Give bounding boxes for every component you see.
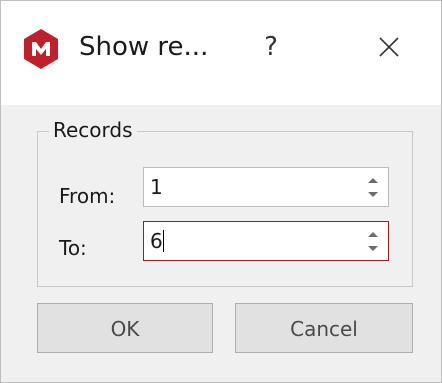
cancel-button[interactable]: Cancel xyxy=(235,303,413,353)
spin-down-icon[interactable] xyxy=(366,244,380,254)
from-value[interactable]: 1 xyxy=(150,168,163,206)
text-caret xyxy=(163,230,164,252)
app-logo-icon xyxy=(24,29,58,69)
spin-up-icon[interactable] xyxy=(366,175,380,185)
close-icon xyxy=(379,37,399,57)
records-group-label: Records xyxy=(49,117,137,143)
help-button[interactable]: ? xyxy=(251,23,291,71)
spin-up-icon[interactable] xyxy=(366,229,380,239)
to-spinbox[interactable]: 6 xyxy=(143,221,389,261)
from-spinbox[interactable]: 1 xyxy=(143,167,389,207)
spin-down-icon[interactable] xyxy=(366,190,380,200)
title-bar: Show re... ? xyxy=(1,1,441,105)
to-label: To: xyxy=(59,236,87,260)
window-title: Show re... xyxy=(79,32,209,62)
records-groupbox xyxy=(37,131,413,287)
close-button[interactable] xyxy=(363,23,415,71)
from-label: From: xyxy=(59,184,116,208)
to-value[interactable]: 6 xyxy=(150,222,163,260)
show-records-dialog: Show re... ? Records From: 1 To: 6 OK Ca… xyxy=(0,0,442,383)
ok-button[interactable]: OK xyxy=(37,303,213,353)
